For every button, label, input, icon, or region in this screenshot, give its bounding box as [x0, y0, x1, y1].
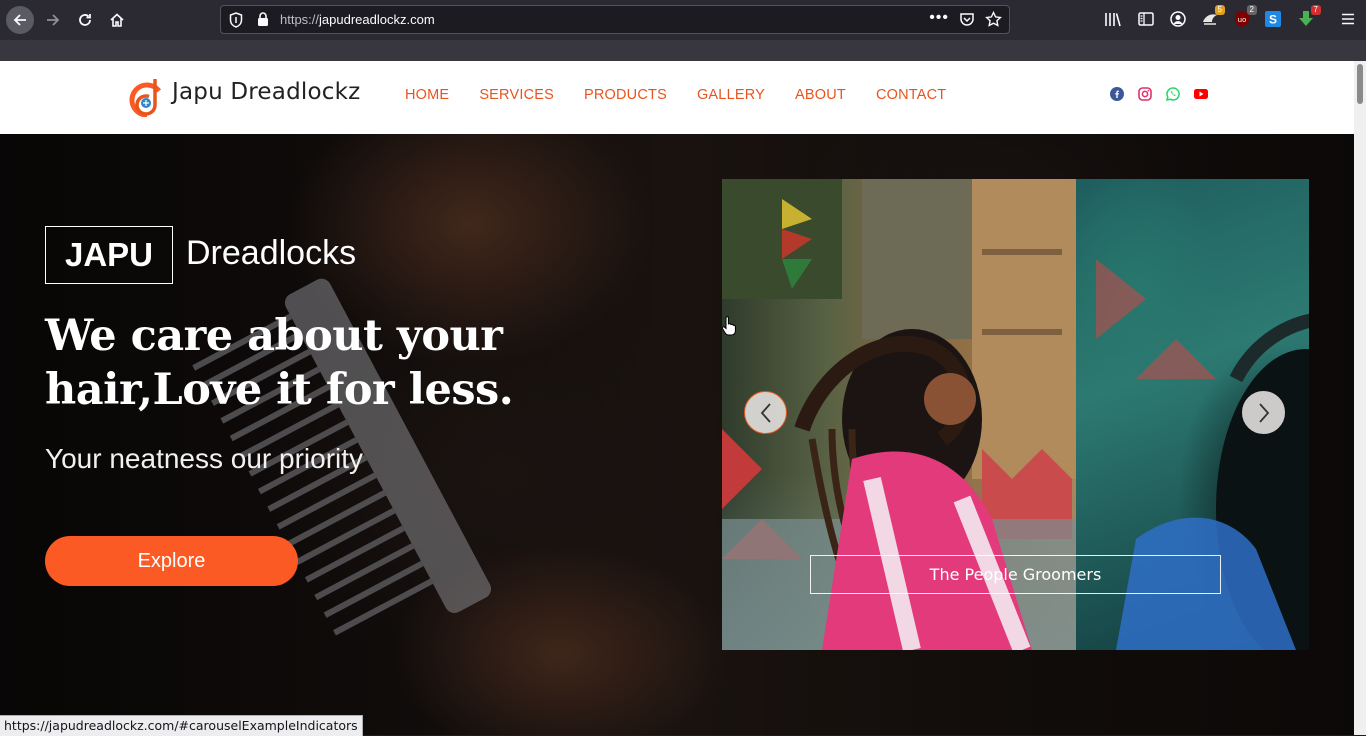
nav-home[interactable]: HOME: [405, 87, 449, 103]
carousel-prev-button[interactable]: [744, 391, 787, 434]
account-icon[interactable]: [1169, 10, 1187, 28]
svg-text:S: S: [1269, 13, 1277, 27]
hand-cursor-icon: [721, 316, 736, 336]
youtube-icon[interactable]: [1194, 87, 1208, 101]
page-actions-button[interactable]: •••: [929, 9, 949, 27]
extension-badge-button[interactable]: 5: [1201, 5, 1225, 28]
pocket-icon[interactable]: [959, 12, 975, 27]
arrow-left-icon: [13, 14, 26, 26]
nav-gallery[interactable]: GALLERY: [697, 87, 765, 103]
page-scrollbar[interactable]: [1354, 61, 1366, 735]
address-bar[interactable]: https://japudreadlockz.com •••: [220, 5, 1010, 34]
chevron-left-icon: [760, 402, 771, 423]
downloads-count-badge: 7: [1310, 5, 1321, 15]
forward-button[interactable]: [39, 6, 67, 34]
carousel-next-button[interactable]: [1242, 391, 1285, 434]
lock-icon[interactable]: [257, 12, 269, 27]
carousel-caption: The People Groomers: [810, 555, 1221, 594]
ublock-button[interactable]: uo 2: [1233, 5, 1257, 28]
nav-products[interactable]: PRODUCTS: [584, 87, 667, 103]
home-icon: [110, 13, 124, 27]
back-button[interactable]: [6, 6, 34, 34]
url-scheme: https://: [280, 12, 320, 27]
nav-services[interactable]: SERVICES: [479, 87, 554, 103]
chevron-right-icon: [1258, 402, 1269, 423]
main-nav: HOME SERVICES PRODUCTS GALLERY ABOUT CON…: [405, 87, 946, 103]
s-extension-icon[interactable]: S: [1264, 10, 1282, 28]
scrollbar-thumb[interactable]: [1357, 64, 1363, 104]
svg-text:uo: uo: [1238, 16, 1247, 24]
browser-toolbar: https://japudreadlockz.com ••• 5 uo 2 S …: [0, 0, 1366, 40]
social-links: [1110, 87, 1208, 102]
reload-button[interactable]: [71, 6, 99, 34]
library-icon[interactable]: [1104, 10, 1122, 28]
hero-badge-box: JAPU: [45, 226, 173, 284]
extension-count-badge: 5: [1214, 5, 1225, 15]
hero-badge-text: Dreadlocks: [186, 234, 357, 272]
url-host: japudreadlockz.com: [319, 12, 435, 27]
reload-icon: [79, 14, 91, 26]
nav-contact[interactable]: CONTACT: [876, 87, 946, 103]
site-header: Japu Dreadlockz HOME SERVICES PRODUCTS G…: [0, 61, 1354, 134]
home-button[interactable]: [103, 6, 131, 34]
ublock-count-badge: 2: [1246, 5, 1257, 15]
toolbar-strip: [0, 40, 1366, 61]
brand-logo[interactable]: [129, 75, 163, 117]
whatsapp-icon[interactable]: [1165, 87, 1180, 102]
facebook-icon[interactable]: [1110, 87, 1124, 101]
arrow-right-icon: [47, 14, 60, 26]
hero-tagline: Your neatness our priority: [45, 443, 364, 474]
brand-name[interactable]: Japu Dreadlockz: [172, 79, 360, 105]
explore-button[interactable]: Explore: [45, 536, 298, 586]
nav-about[interactable]: ABOUT: [795, 87, 846, 103]
tracking-shield-icon[interactable]: [229, 12, 243, 28]
instagram-icon[interactable]: [1138, 87, 1152, 101]
hero-section: JAPU Dreadlocks We care about your hair,…: [0, 134, 1354, 735]
downloads-button[interactable]: 7: [1297, 5, 1321, 28]
sidebar-icon[interactable]: [1137, 10, 1155, 28]
image-carousel: The People Groomers: [722, 179, 1309, 650]
hamburger-menu-icon[interactable]: [1339, 10, 1357, 28]
url-text[interactable]: https://japudreadlockz.com: [280, 12, 435, 27]
hero-headline: We care about your hair,Love it for less…: [45, 311, 514, 415]
link-status-bar: https://japudreadlockz.com/#carouselExam…: [0, 715, 363, 736]
bookmark-star-icon[interactable]: [985, 11, 1002, 28]
